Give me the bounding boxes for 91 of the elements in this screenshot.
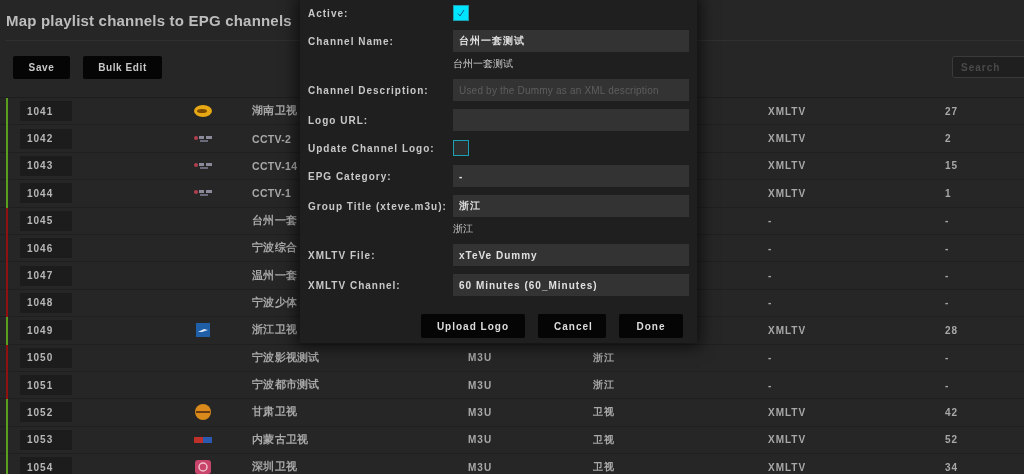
dialog-button[interactable]: Cancel (538, 314, 606, 338)
dialog-button[interactable]: Upload Logo (420, 314, 525, 338)
channel-name: 宁波影视测试 (252, 350, 320, 363)
channel-name: 宁波综合 (252, 241, 298, 254)
channel-name: 浙江卫视 (252, 323, 298, 336)
channel-name: 深圳卫视 (252, 460, 298, 473)
channel-name: 温州一套 (252, 268, 298, 281)
xmltv-source: XMLTV (768, 187, 807, 199)
channel-name: 内蒙古卫视 (252, 432, 309, 445)
channel-number-field[interactable]: 1046 (20, 238, 72, 259)
group-title: 浙江 (593, 351, 615, 363)
checkbox[interactable] (453, 5, 469, 21)
select-field[interactable]: 60 Minutes (60_Minutes) (453, 274, 689, 296)
group-title: 卫视 (593, 406, 615, 418)
group-title: 浙江 (593, 379, 615, 391)
channel-number-field[interactable]: 1047 (20, 265, 72, 286)
toolbar-button[interactable]: Save (13, 55, 70, 79)
checkmark-icon (457, 9, 465, 17)
channel-name: CCTV-14 (252, 159, 298, 172)
field-label: EPG Category: (308, 170, 393, 182)
dialog-button[interactable]: Done (619, 314, 683, 338)
field-label: XMLTV Channel: (308, 279, 402, 291)
source-type: M3U (468, 352, 493, 364)
xmltv-source: - (768, 270, 773, 282)
channel-name: 湖南卫视 (252, 104, 298, 117)
field-label: Channel Name: (308, 35, 395, 47)
xmltv-channel: - (945, 215, 950, 227)
xmltv-channel: 27 (945, 105, 959, 117)
field-label: XMLTV File: (308, 249, 377, 261)
xmltv-channel: 42 (945, 407, 959, 418)
channel-name: 宁波少体 (252, 295, 298, 308)
xmltv-source: XMLTV (768, 105, 807, 117)
channel-name: 甘肃卫视 (252, 405, 298, 418)
channel-number-field[interactable]: 1043 (20, 155, 72, 176)
channel-number-field[interactable]: 1042 (20, 128, 72, 149)
channel-number-field[interactable]: 1045 (20, 210, 72, 231)
xmltv-source: - (768, 297, 773, 309)
xmltv-source: XMLTV (768, 461, 807, 473)
xmltv-source: - (768, 242, 773, 254)
xmltv-channel: - (945, 270, 950, 282)
xmltv-channel: 2 (945, 133, 952, 145)
field-label: Logo URL: (308, 114, 370, 126)
source-type: M3U (468, 379, 493, 391)
xmltv-source: - (768, 215, 773, 227)
xmltv-channel: - (945, 242, 950, 254)
xmltv-source: XMLTV (768, 324, 807, 336)
input-field[interactable]: 台州一套测试 (453, 30, 689, 52)
group-title: 卫视 (593, 433, 615, 445)
channel-number-field[interactable]: 1044 (20, 183, 72, 204)
select-field[interactable]: - (453, 165, 689, 187)
xmltv-source: XMLTV (768, 407, 807, 418)
xmltv-channel: - (945, 352, 950, 364)
channel-name: CCTV-1 (252, 187, 292, 200)
channel-number-field[interactable]: 1052 (20, 402, 72, 423)
checkbox[interactable] (453, 140, 469, 156)
xmltv-channel: 28 (945, 324, 959, 336)
xmltv-channel: 15 (945, 160, 959, 172)
xmltv-channel: 52 (945, 434, 959, 446)
channel-number-field[interactable]: 1051 (20, 375, 72, 396)
xmltv-channel: - (945, 379, 950, 391)
input-field[interactable]: 浙江 (453, 195, 689, 217)
field-hint: 浙江 (453, 223, 473, 234)
xmltv-source: XMLTV (768, 434, 807, 446)
group-title: 卫视 (593, 461, 615, 473)
field-label: Group Title (xteve.m3u): (308, 200, 448, 212)
page-title: Map playlist channels to EPG channels (5, 11, 292, 31)
channel-name: CCTV-2 (252, 132, 292, 145)
source-type: M3U (468, 461, 493, 473)
xmltv-source: - (768, 379, 773, 391)
channel-number-field[interactable]: 1054 (20, 457, 72, 474)
field-label: Channel Description: (308, 84, 430, 96)
channel-number-field[interactable]: 1048 (20, 292, 72, 313)
xmltv-channel: 34 (945, 461, 959, 473)
channel-number-field[interactable]: 1041 (20, 101, 72, 122)
channel-number-field[interactable]: 1053 (20, 429, 72, 450)
xmltv-channel: 1 (945, 187, 952, 199)
field-label: Update Channel Logo: (308, 142, 436, 154)
source-type: M3U (468, 407, 493, 418)
xmltv-source: XMLTV (768, 133, 807, 145)
channel-number-field[interactable]: 1050 (20, 347, 72, 368)
xmltv-source: - (768, 352, 773, 364)
source-type: M3U (468, 434, 493, 446)
xmltv-channel: - (945, 297, 950, 309)
channel-name: 台州一套 (252, 213, 298, 226)
toolbar-button[interactable]: Bulk Edit (83, 55, 162, 79)
select-field[interactable]: xTeVe Dummy (453, 244, 689, 266)
channel-number-field[interactable]: 1049 (20, 320, 72, 341)
channel-name: 宁波都市测试 (252, 378, 320, 391)
field-label: Active: (308, 7, 350, 19)
xmltv-source: XMLTV (768, 160, 807, 172)
field-hint: 台州一套测试 (453, 58, 513, 69)
